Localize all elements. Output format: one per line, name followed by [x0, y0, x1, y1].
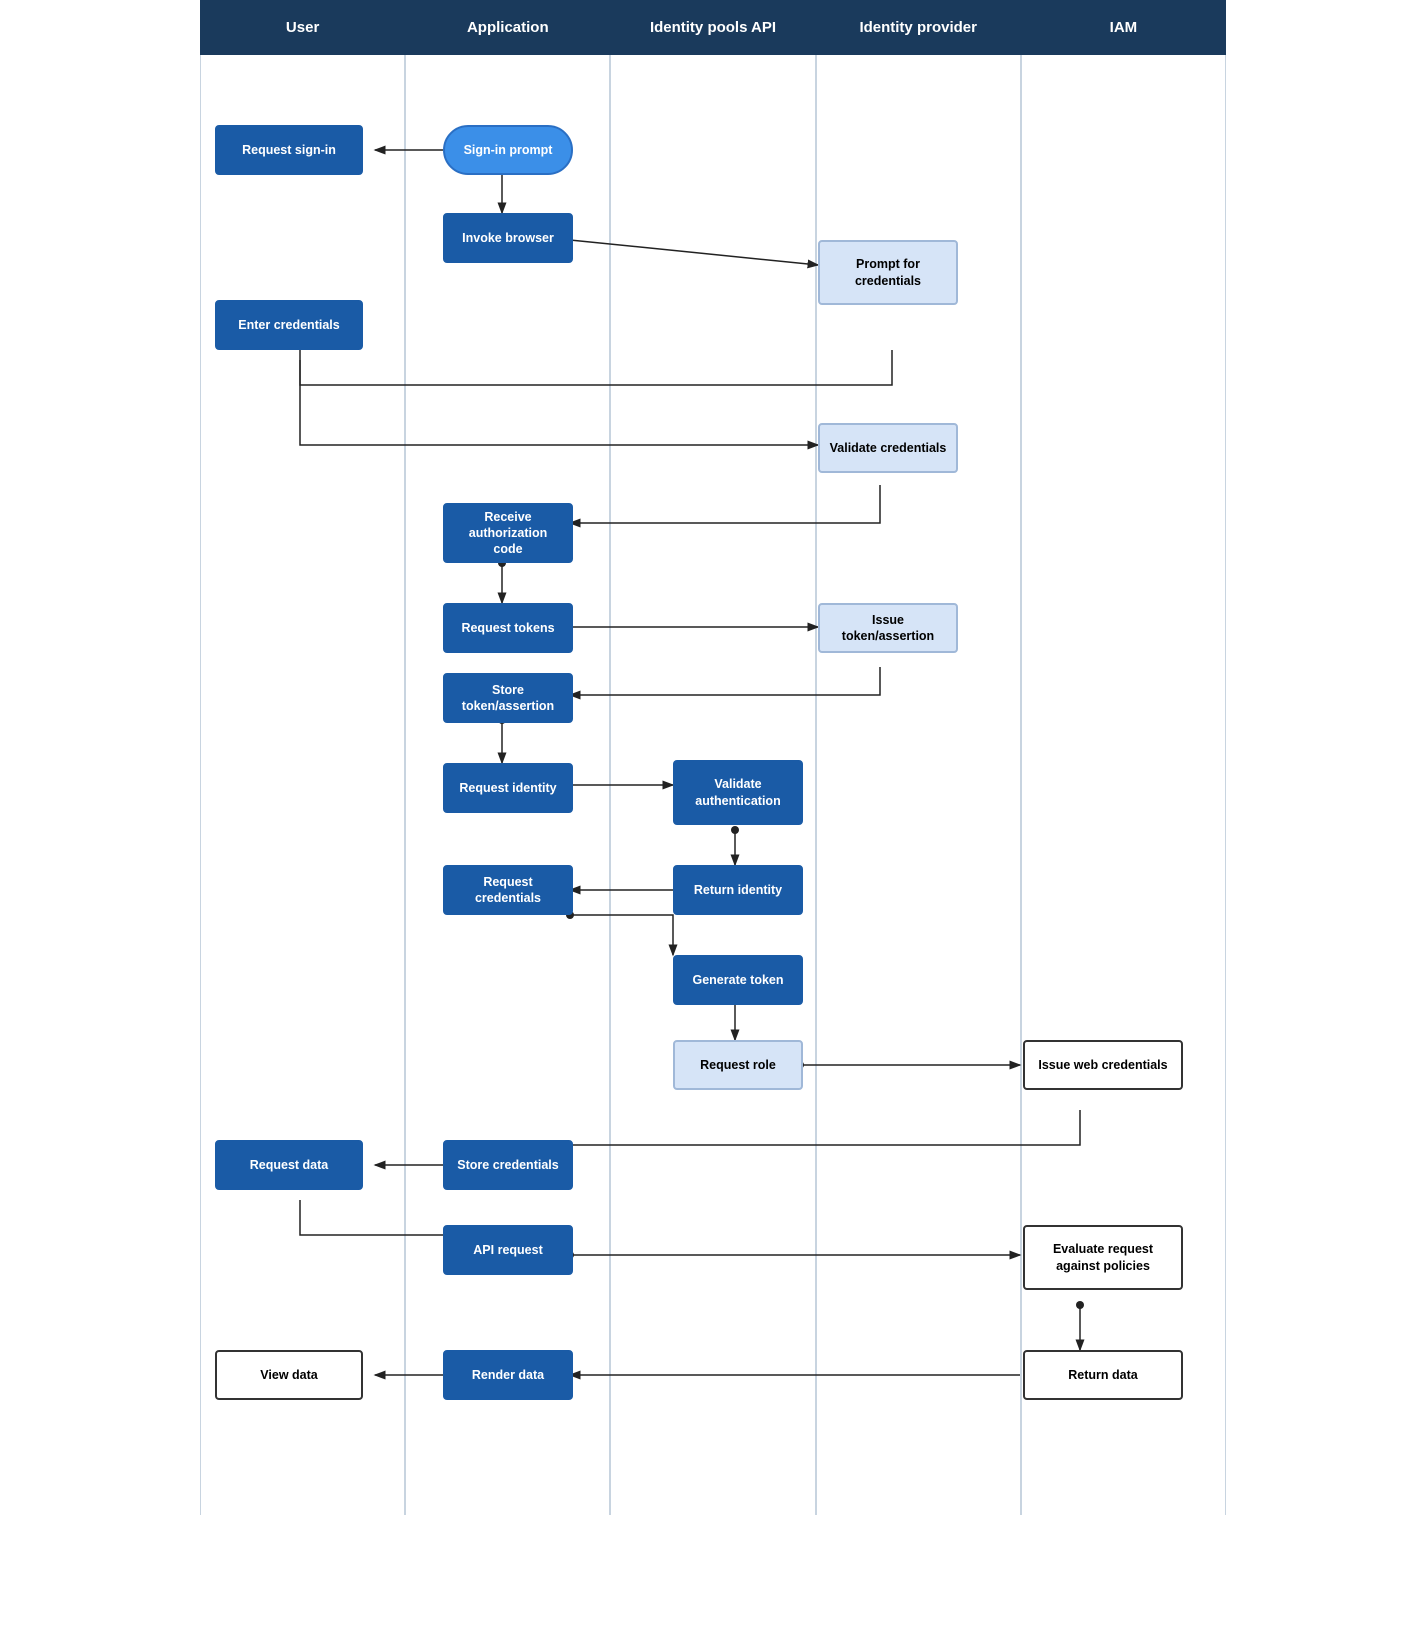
- request-data-box: Request data: [215, 1140, 363, 1190]
- invoke-browser-box: Invoke browser: [443, 213, 573, 263]
- return-identity-box: Return identity: [673, 865, 803, 915]
- validate-authentication-box: Validate authentication: [673, 760, 803, 825]
- diagram-container: User Application Identity pools API Iden…: [200, 0, 1226, 1555]
- issue-web-credentials-box: Issue web credentials: [1023, 1040, 1183, 1090]
- receive-auth-code-box: Receive authorization code: [443, 503, 573, 563]
- lane-iam: [1021, 55, 1226, 1515]
- header-identity-pools: Identity pools API: [610, 0, 815, 55]
- header-row: User Application Identity pools API Iden…: [200, 0, 1226, 55]
- render-data-box: Render data: [443, 1350, 573, 1400]
- generate-token-box: Generate token: [673, 955, 803, 1005]
- evaluate-request-box: Evaluate request against policies: [1023, 1225, 1183, 1290]
- store-credentials-box: Store credentials: [443, 1140, 573, 1190]
- header-user: User: [200, 0, 405, 55]
- return-data-box: Return data: [1023, 1350, 1183, 1400]
- prompt-credentials-box: Prompt for credentials: [818, 240, 958, 305]
- store-token-assertion-box: Store token/assertion: [443, 673, 573, 723]
- request-credentials-box: Request credentials: [443, 865, 573, 915]
- enter-credentials-box: Enter credentials: [215, 300, 363, 350]
- request-identity-box: Request identity: [443, 763, 573, 813]
- validate-credentials-box: Validate credentials: [818, 423, 958, 473]
- signin-prompt-box: Sign-in prompt: [443, 125, 573, 175]
- issue-token-assertion-box: Issue token/assertion: [818, 603, 958, 653]
- request-role-box: Request role: [673, 1040, 803, 1090]
- api-request-box: API request: [443, 1225, 573, 1275]
- request-tokens-box: Request tokens: [443, 603, 573, 653]
- request-signin-box: Request sign-in: [215, 125, 363, 175]
- lane-user: [200, 55, 405, 1515]
- swimlanes: Request sign-in Enter credentials Reques…: [200, 55, 1226, 1515]
- header-iam: IAM: [1021, 0, 1226, 55]
- header-application: Application: [405, 0, 610, 55]
- view-data-box: View data: [215, 1350, 363, 1400]
- header-identity-provider: Identity provider: [816, 0, 1021, 55]
